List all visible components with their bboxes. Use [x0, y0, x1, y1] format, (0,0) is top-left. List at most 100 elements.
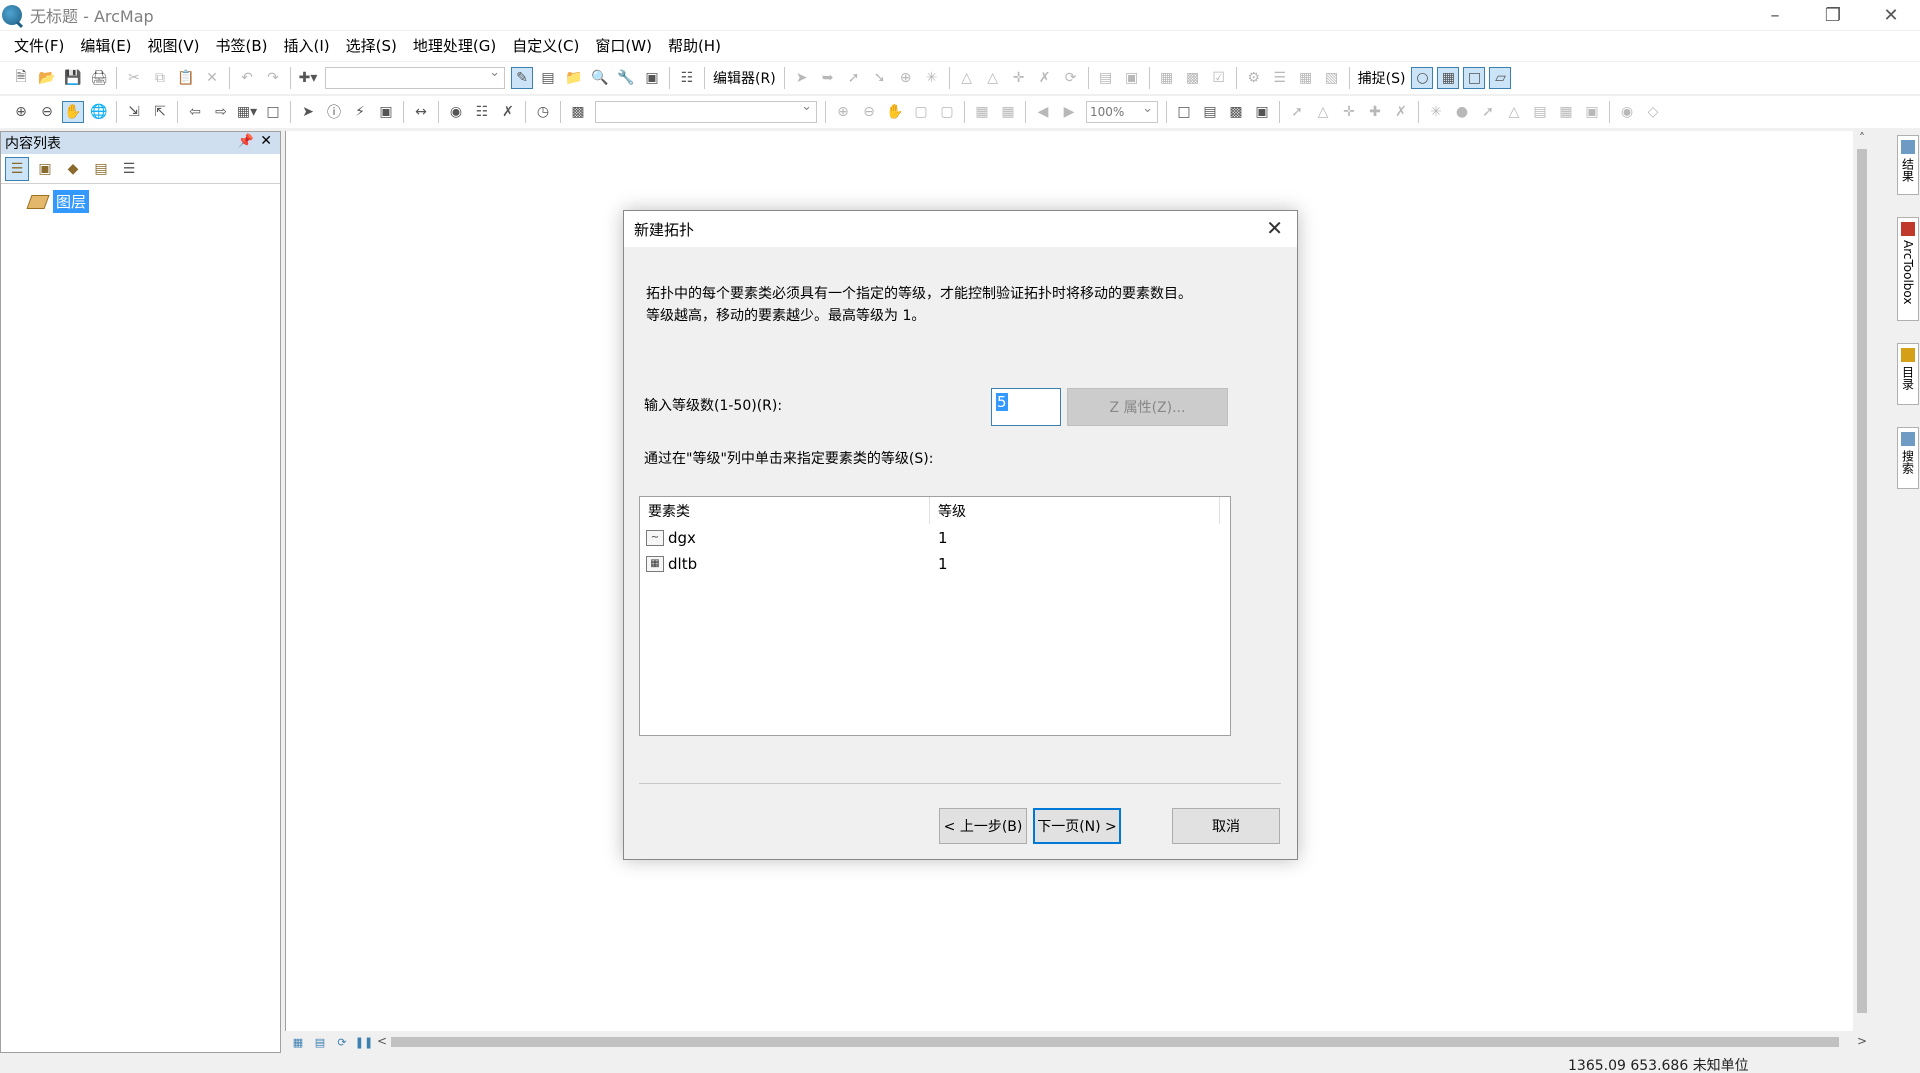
menu-file[interactable]: 文件(F) — [6, 33, 72, 59]
edge-snapping-icon[interactable]: ▱ — [1489, 67, 1512, 89]
fix-topology-error-icon[interactable]: ⚙ — [1243, 67, 1265, 89]
layers-data-frame[interactable]: 图层 — [26, 190, 280, 213]
topology-icon[interactable]: ▦ — [1156, 67, 1178, 89]
zoom-percent-combo[interactable]: 100% — [1086, 99, 1158, 123]
search-tab[interactable]: 搜索 — [1897, 427, 1919, 489]
vertex-snapping-icon[interactable]: □ — [1463, 67, 1486, 89]
attributes-icon[interactable]: ⟳ — [1060, 67, 1082, 89]
open-folder-icon[interactable]: 📂 — [36, 67, 58, 89]
model-builder-icon[interactable]: ☷ — [676, 67, 698, 89]
rank-cell[interactable]: 1 — [930, 529, 948, 547]
find-binoculars-icon[interactable]: ◉ — [445, 101, 467, 123]
split-icon[interactable]: ✛ — [1008, 67, 1030, 89]
levels-input[interactable]: 5 — [991, 388, 1061, 426]
layer-combo[interactable] — [595, 99, 817, 123]
minimize-button[interactable]: – — [1746, 0, 1804, 30]
focus-data-frame-icon[interactable]: ▤ — [1199, 101, 1221, 123]
table-row[interactable]: ∼ dgx 1 — [640, 525, 1230, 551]
sketch-properties-icon[interactable]: ▤ — [1095, 67, 1117, 89]
adjust-grid-icon[interactable]: ▦ — [1555, 101, 1577, 123]
table-of-contents-icon[interactable]: ▤ — [537, 67, 559, 89]
zoom-100-icon[interactable]: ▢ — [936, 101, 958, 123]
georef-tool-icon[interactable]: ➚ — [1286, 101, 1308, 123]
go-forward-extent-icon[interactable]: ▶ — [1058, 101, 1080, 123]
snapping-menu[interactable]: 捕捉(S) — [1354, 68, 1410, 88]
menu-edit[interactable]: 编辑(E) — [72, 33, 139, 59]
editor-menu[interactable]: 编辑器(R) — [709, 68, 780, 88]
header-rank[interactable]: 等级 — [930, 497, 1220, 524]
layout-zoom-out-icon[interactable]: ⊖ — [858, 101, 880, 123]
arctoolbox-tab[interactable]: ArcToolbox — [1897, 217, 1919, 321]
point-snapping-icon[interactable]: ○ — [1411, 67, 1434, 89]
undo-icon[interactable]: ↶ — [236, 67, 258, 89]
table-row[interactable]: ▦ dltb 1 — [640, 551, 1230, 577]
spatial-adjust-icon[interactable]: ✳ — [1425, 101, 1447, 123]
adjust-link-icon[interactable]: ➚ — [1477, 101, 1499, 123]
new-document-icon[interactable]: 🗎 — [10, 67, 32, 89]
vertical-scrollbar[interactable]: ˄ — [1853, 131, 1871, 1031]
arctoolbox-icon[interactable]: 🔧 — [615, 67, 637, 89]
options-icon[interactable]: ☰ — [117, 157, 141, 181]
header-feature-class[interactable]: 要素类 — [640, 497, 930, 524]
catalog-tab[interactable]: 目录 — [1897, 343, 1919, 405]
adjust-polygon-icon[interactable]: △ — [1503, 101, 1525, 123]
scroll-left-icon[interactable]: < — [377, 1034, 387, 1048]
fixed-zoom-out-icon[interactable]: ⇱ — [149, 101, 171, 123]
georef-split-icon[interactable]: ✛ — [1338, 101, 1360, 123]
close-icon[interactable]: ✕ — [1266, 216, 1283, 240]
layout-zoom-in-icon[interactable]: ⊕ — [832, 101, 854, 123]
create-features-icon[interactable]: ▣ — [1121, 67, 1143, 89]
georef-link-icon[interactable]: △ — [1312, 101, 1334, 123]
scroll-right-icon[interactable]: > — [1857, 1034, 1867, 1048]
map-topology-icon[interactable]: ▩ — [1182, 67, 1204, 89]
close-icon[interactable]: ✕ — [260, 133, 272, 149]
cut-icon[interactable]: ✂ — [123, 67, 145, 89]
scroll-up-icon[interactable]: ˄ — [1853, 131, 1871, 149]
next-button[interactable]: 下一页(N) > — [1033, 808, 1121, 844]
adjust-table-icon[interactable]: ▤ — [1529, 101, 1551, 123]
list-by-selection-icon[interactable]: ▤ — [89, 157, 113, 181]
rank-cell[interactable]: 1 — [930, 555, 948, 573]
python-window-icon[interactable]: ▣ — [641, 67, 663, 89]
edit-vertices-icon[interactable]: ✳ — [921, 67, 943, 89]
horizontal-scroll-thumb[interactable] — [391, 1037, 1839, 1047]
paste-icon[interactable]: 📋 — [175, 67, 197, 89]
menu-geoprocessing[interactable]: 地理处理(G) — [405, 33, 504, 59]
measure-icon[interactable]: ↔ — [410, 101, 432, 123]
menu-view[interactable]: 视图(V) — [140, 33, 208, 59]
pause-drawing-icon[interactable]: ❚❚ — [355, 1033, 373, 1051]
generalize-icon[interactable]: ▧ — [1321, 67, 1343, 89]
pin-icon[interactable]: 📌 — [238, 134, 254, 149]
trace-icon[interactable]: ➘ — [869, 67, 891, 89]
fixed-zoom-in-icon[interactable]: ⇲ — [123, 101, 145, 123]
cut-polygons-icon[interactable]: △ — [982, 67, 1004, 89]
change-layout-icon[interactable]: ▩ — [1225, 101, 1247, 123]
data-view-icon[interactable]: ▦ — [289, 1033, 307, 1051]
layout-pan-icon[interactable]: ✋ — [884, 101, 906, 123]
html-popup-icon[interactable]: ▣ — [375, 101, 397, 123]
print-icon[interactable]: 🖨 — [88, 67, 110, 89]
z-properties-button[interactable]: Z 属性(Z)... — [1067, 388, 1228, 426]
menu-insert[interactable]: 插入(I) — [276, 33, 338, 59]
back-extent-icon[interactable]: ⇦ — [184, 101, 206, 123]
copy-icon[interactable]: ⧉ — [149, 67, 171, 89]
select-features-icon[interactable]: ▦▾ — [236, 101, 258, 123]
zoom-in-icon[interactable]: ⊕ — [10, 101, 32, 123]
straight-segment-icon[interactable]: ➚ — [843, 67, 865, 89]
edit-tool-icon[interactable]: ➤ — [791, 67, 813, 89]
menu-help[interactable]: 帮助(H) — [660, 33, 729, 59]
list-by-visibility-icon[interactable]: ◆ — [61, 157, 85, 181]
horizontal-scrollbar[interactable]: < > — [377, 1034, 1867, 1050]
viewer-window-icon[interactable]: ▩ — [567, 101, 589, 123]
identify-icon[interactable]: ⓘ — [323, 101, 345, 123]
menu-customize[interactable]: 自定义(C) — [504, 33, 587, 59]
layers-label[interactable]: 图层 — [53, 190, 90, 213]
save-icon[interactable]: 💾 — [62, 67, 84, 89]
reshape-icon[interactable]: △ — [956, 67, 978, 89]
redo-icon[interactable]: ↷ — [262, 67, 284, 89]
list-by-source-icon[interactable]: ▣ — [33, 157, 57, 181]
georef-rotate-icon[interactable]: ✗ — [1390, 101, 1412, 123]
refresh-icon[interactable]: ⟳ — [333, 1033, 351, 1051]
back-button[interactable]: < 上一步(B) — [939, 808, 1027, 844]
data-driven-pages-icon[interactable]: ▣ — [1251, 101, 1273, 123]
